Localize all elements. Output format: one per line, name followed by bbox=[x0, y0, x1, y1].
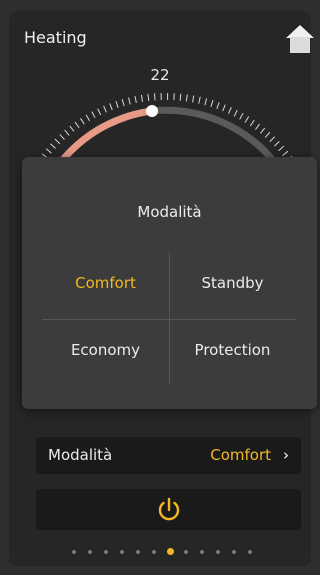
dial-tick bbox=[269, 136, 276, 143]
dial-tick bbox=[227, 107, 232, 114]
dial-tick bbox=[54, 138, 61, 145]
grid-divider-horizontal bbox=[42, 319, 296, 320]
dial-tick bbox=[260, 127, 266, 134]
mode-option-comfort[interactable]: Comfort bbox=[42, 274, 169, 292]
setpoint-value: 22 bbox=[150, 66, 170, 84]
dial-tick bbox=[185, 94, 188, 102]
dial-tick bbox=[59, 134, 65, 140]
dial-tick bbox=[210, 100, 214, 108]
page-dot-active[interactable] bbox=[166, 548, 174, 555]
page-indicator bbox=[72, 547, 272, 557]
dial-tick bbox=[109, 103, 113, 111]
page-dot[interactable] bbox=[136, 550, 140, 554]
power-icon bbox=[158, 497, 180, 521]
page-dot[interactable] bbox=[120, 550, 124, 554]
dial-tick bbox=[255, 123, 261, 130]
dial-tick bbox=[128, 97, 131, 105]
page-dot[interactable] bbox=[216, 550, 220, 554]
dial-tick bbox=[273, 140, 280, 147]
dial-tick bbox=[147, 93, 150, 102]
dial-tick bbox=[204, 98, 208, 106]
mode-popup: Modalità Comfort Standby Economy Protect… bbox=[22, 157, 317, 409]
dial-tick bbox=[154, 93, 156, 101]
popup-title: Modalità bbox=[137, 203, 202, 221]
dial-tick bbox=[192, 95, 195, 103]
power-button[interactable] bbox=[36, 489, 301, 530]
chevron-right-icon: › bbox=[283, 446, 289, 464]
dial-tick bbox=[64, 129, 70, 136]
page-dot[interactable] bbox=[248, 550, 252, 554]
dial-tick bbox=[244, 116, 250, 123]
mode-option-standby[interactable]: Standby bbox=[169, 274, 296, 292]
dial-tick bbox=[50, 143, 56, 149]
dial-tick bbox=[264, 131, 271, 138]
dial-tick bbox=[249, 119, 255, 127]
dial-tick bbox=[134, 95, 137, 104]
dial-tick bbox=[216, 102, 220, 110]
dial-tick bbox=[239, 112, 244, 120]
mode-option-economy[interactable]: Economy bbox=[42, 341, 169, 359]
mode-selector[interactable]: Modalità Comfort › bbox=[36, 437, 301, 474]
page-dot[interactable] bbox=[232, 550, 236, 554]
dial-tick bbox=[69, 125, 75, 132]
page-dot[interactable] bbox=[152, 550, 156, 554]
dial-tick bbox=[140, 94, 144, 102]
dial-tick bbox=[91, 111, 96, 119]
dial-tick bbox=[97, 108, 102, 116]
page-dot[interactable] bbox=[184, 550, 188, 554]
dial-tick bbox=[179, 93, 182, 101]
mode-option-protection[interactable]: Protection bbox=[169, 341, 296, 359]
dial-tick bbox=[222, 104, 226, 112]
dial-tick bbox=[103, 105, 107, 113]
dial-active-arc bbox=[57, 107, 156, 166]
page-dot[interactable] bbox=[72, 550, 76, 554]
page-dot[interactable] bbox=[104, 550, 108, 554]
dial-tick bbox=[198, 96, 201, 104]
page-dot[interactable] bbox=[200, 550, 204, 554]
mode-value: Comfort bbox=[210, 446, 271, 464]
page-dot[interactable] bbox=[88, 550, 92, 554]
mode-label: Modalità bbox=[48, 446, 113, 464]
dial-tick bbox=[115, 101, 119, 108]
dial-tick bbox=[282, 150, 289, 156]
dial-tick bbox=[74, 121, 80, 129]
dial-tick bbox=[80, 118, 85, 125]
dial-tick bbox=[278, 145, 285, 152]
thermostat-dial[interactable] bbox=[0, 0, 320, 180]
dial-tick bbox=[121, 99, 125, 107]
dial-handle bbox=[146, 105, 158, 117]
dial-track bbox=[148, 106, 280, 168]
dial-tick bbox=[85, 114, 91, 122]
mode-options-grid: Comfort Standby Economy Protection bbox=[42, 253, 296, 385]
dial-tick bbox=[45, 148, 52, 154]
dial-tick bbox=[233, 109, 238, 117]
